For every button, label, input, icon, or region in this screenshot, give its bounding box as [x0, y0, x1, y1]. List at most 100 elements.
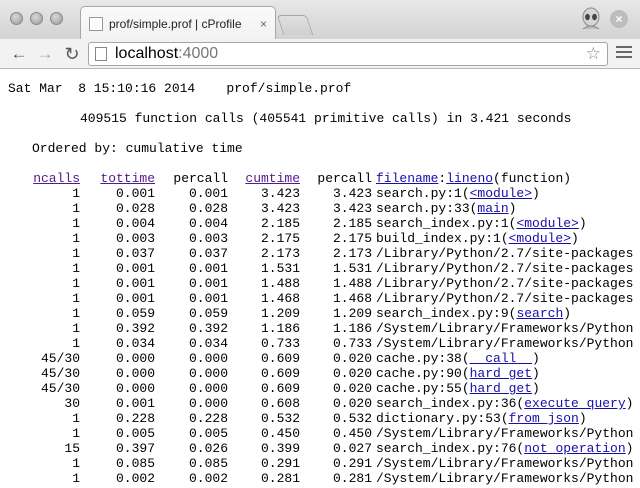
function-link[interactable]: from_json	[509, 411, 579, 426]
cell-tottime: 0.001	[115, 396, 155, 411]
cell-function: cache.py:55(hard_get)	[376, 381, 540, 396]
table-row: 1 0.085 0.085 0.291 0.291/System/Library/Fra…	[0, 456, 633, 471]
minimize-window-button[interactable]	[30, 12, 43, 25]
filename-sort-link[interactable]: filename	[376, 171, 438, 186]
cell-cumtime: 1.186	[260, 321, 300, 336]
column-header-tottime[interactable]: tottime	[80, 170, 155, 186]
close-icon[interactable]: ×	[610, 10, 628, 28]
cell-ncalls: 1	[72, 291, 80, 306]
cell-percall: 0.034	[188, 336, 228, 351]
cell-percall-cumulative: 2.173	[332, 246, 372, 261]
cell-ncalls: 1	[72, 456, 80, 471]
cell-percall: 0.001	[188, 276, 228, 291]
cell-percall-cumulative: 0.450	[332, 426, 372, 441]
cell-percall: 0.392	[188, 321, 228, 336]
column-header-percall-cumulative: percall	[317, 170, 372, 186]
function-link[interactable]: search	[516, 306, 563, 321]
cell-percall: 0.000	[188, 366, 228, 381]
cell-function: /System/Library/Frameworks/Python	[376, 426, 634, 441]
table-header-row: ncalls tottime percall cumtime percall f…	[0, 170, 633, 186]
new-tab-button[interactable]	[276, 15, 314, 35]
cell-percall-cumulative: 0.020	[332, 366, 372, 381]
zoom-window-button[interactable]	[50, 12, 63, 25]
table-row: 1 0.004 0.004 2.185 2.185 search_index.py:1(<…	[0, 216, 633, 231]
function-link[interactable]: hard_get	[470, 366, 532, 381]
cell-percall: 0.026	[188, 441, 228, 456]
tab-close-icon[interactable]: ×	[260, 17, 267, 31]
report-date-line: Sat Mar 8 15:10:16 2014 prof/simple.prof	[8, 81, 352, 96]
cell-percall-cumulative: 1.186	[332, 321, 372, 336]
cell-percall: 0.001	[188, 291, 228, 306]
table-row: 1 0.059 0.059 1.209 1.209 search_index.py:9(s…	[0, 306, 633, 321]
cell-ncalls: 1	[72, 306, 80, 321]
cell-tottime: 0.037	[115, 246, 155, 261]
url-host: localhost	[115, 45, 179, 62]
column-header-filename[interactable]: filename:lineno(function)	[372, 170, 633, 186]
cell-cumtime: 0.532	[260, 411, 300, 426]
cell-cumtime: 2.175	[260, 231, 300, 246]
cell-function: search_index.py:36(execute_query)	[376, 396, 634, 411]
window-titlebar: prof/simple.prof | cProfile × ×	[0, 0, 640, 40]
function-link[interactable]: execute_query	[524, 396, 625, 411]
forward-arrow-icon[interactable]: →	[35, 44, 55, 64]
cell-cumtime: 1.531	[260, 261, 300, 276]
cell-percall-cumulative: 0.532	[332, 411, 372, 426]
function-link[interactable]: <module>	[470, 186, 532, 201]
cell-cumtime: 3.423	[260, 186, 300, 201]
cell-tottime: 0.001	[115, 291, 155, 306]
table-row: 1 0.034 0.034 0.733 0.733/System/Library/Fra…	[0, 336, 633, 351]
cell-percall: 0.003	[188, 231, 228, 246]
cell-tottime: 0.028	[115, 201, 155, 216]
cell-ncalls: 45/30	[40, 366, 80, 381]
cell-percall: 0.028	[188, 201, 228, 216]
cell-percall-cumulative: 0.020	[332, 381, 372, 396]
cell-percall: 0.000	[188, 381, 228, 396]
reload-icon[interactable]: ↻	[62, 44, 82, 64]
cell-function: /Library/Python/2.7/site-packages	[376, 276, 634, 291]
cell-tottime: 0.003	[115, 231, 155, 246]
cell-ncalls: 1	[72, 411, 80, 426]
function-link[interactable]: <module>	[509, 231, 571, 246]
bookmark-star-icon[interactable]: ☆	[586, 44, 601, 64]
cell-ncalls: 45/30	[40, 381, 80, 396]
table-row: 1 0.001 0.001 1.488 1.488/Library/Python/2.7…	[0, 276, 633, 291]
cell-cumtime: 0.291	[260, 456, 300, 471]
cell-function: cache.py:90(hard_get)	[376, 366, 540, 381]
cell-percall-cumulative: 2.175	[332, 231, 372, 246]
function-link[interactable]: <module>	[516, 216, 578, 231]
table-row: 1 0.228 0.228 0.532 0.532 dictionary.py:53(fr…	[0, 411, 633, 426]
function-link[interactable]: not_operation	[524, 441, 625, 456]
cell-tottime: 0.085	[115, 456, 155, 471]
cell-cumtime: 0.733	[260, 336, 300, 351]
page-icon	[95, 47, 107, 61]
menu-icon[interactable]	[616, 46, 632, 60]
browser-tab-active[interactable]: prof/simple.prof | cProfile ×	[80, 6, 276, 40]
cell-cumtime: 2.173	[260, 246, 300, 261]
cell-function: /Library/Python/2.7/site-packages	[376, 291, 634, 306]
function-link[interactable]: hard_get	[470, 381, 532, 396]
cell-ncalls: 1	[72, 201, 80, 216]
cell-cumtime: 0.608	[260, 396, 300, 411]
function-link[interactable]: __call__	[470, 351, 532, 366]
close-window-button[interactable]	[10, 12, 23, 25]
cell-percall-cumulative: 0.020	[332, 396, 372, 411]
address-bar[interactable]: localhost:4000 ☆	[88, 42, 608, 66]
cell-percall: 0.001	[188, 186, 228, 201]
function-link[interactable]: main	[477, 201, 508, 216]
cell-percall: 0.228	[188, 411, 228, 426]
incognito-profile-icon[interactable]	[580, 7, 602, 31]
column-header-cumtime[interactable]: cumtime	[228, 170, 300, 186]
cell-cumtime: 1.468	[260, 291, 300, 306]
column-header-ncalls[interactable]: ncalls	[0, 170, 80, 186]
table-row: 30 0.001 0.000 0.608 0.020 search_index.py:36…	[0, 396, 633, 411]
table-row: 1 0.003 0.003 2.175 2.175 build_index.py:1(<m…	[0, 231, 633, 246]
cell-ncalls: 1	[72, 186, 80, 201]
lineno-sort-link[interactable]: lineno	[446, 171, 493, 186]
cell-tottime: 0.228	[115, 411, 155, 426]
cell-cumtime: 1.209	[260, 306, 300, 321]
cell-tottime: 0.000	[115, 381, 155, 396]
back-arrow-icon[interactable]: ←	[9, 44, 29, 64]
column-header-percall: percall	[173, 170, 228, 186]
cell-ncalls: 1	[72, 231, 80, 246]
cell-cumtime: 3.423	[260, 201, 300, 216]
